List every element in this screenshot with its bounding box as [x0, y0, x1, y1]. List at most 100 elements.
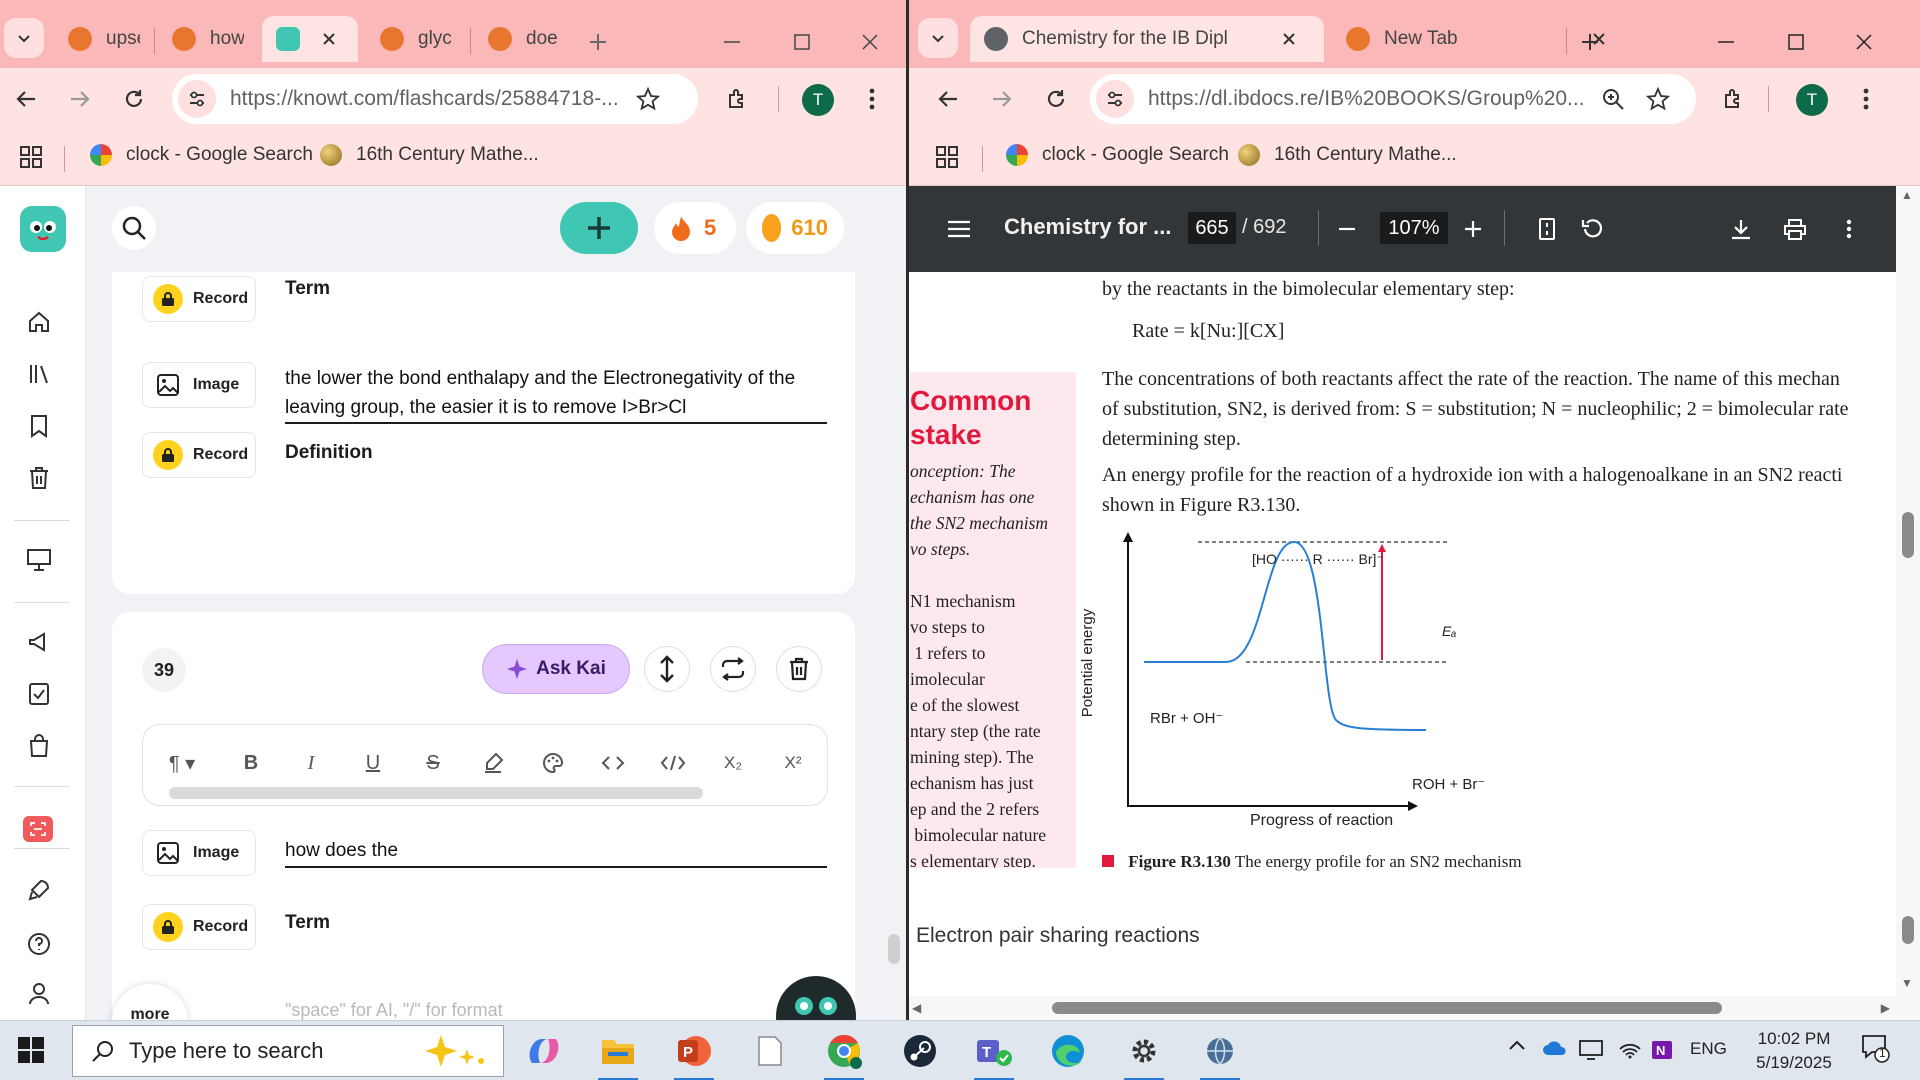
tab-glyc[interactable]: glyc — [366, 16, 466, 62]
page-scrollbar-thumb[interactable] — [888, 934, 900, 964]
page-number-input[interactable]: 665 — [1188, 212, 1236, 244]
sidebar-library-icon[interactable] — [23, 358, 55, 390]
bookmark-clock-google[interactable]: clock - Google Search — [90, 144, 313, 166]
sidebar-profile-icon[interactable] — [23, 978, 55, 1010]
color-button[interactable] — [535, 745, 571, 781]
back-button[interactable] — [928, 79, 968, 119]
more-button[interactable]: more — [112, 984, 188, 1020]
pdf-more-button[interactable] — [1832, 212, 1866, 246]
toolbar-scrollbar[interactable] — [169, 787, 703, 799]
sidebar-presentation-icon[interactable] — [23, 544, 55, 576]
term-text-field[interactable]: how does the — [285, 836, 398, 865]
taskbar-edge[interactable] — [1044, 1029, 1092, 1073]
vertical-scroll-thumb[interactable] — [1902, 512, 1914, 558]
bookmark-16th-century[interactable]: 16th Century Mathe... — [320, 144, 539, 166]
taskbar-copilot[interactable] — [520, 1029, 568, 1073]
delete-card-button[interactable] — [776, 646, 822, 692]
taskbar-blank-document[interactable] — [746, 1029, 794, 1073]
image-button[interactable]: Image — [142, 362, 256, 408]
scroll-right-icon[interactable]: ▶ — [1881, 1001, 1890, 1016]
browser-menu-button[interactable] — [852, 79, 892, 119]
notification-center[interactable]: 1 — [1860, 1033, 1890, 1063]
display-tray[interactable] — [1578, 1039, 1604, 1061]
paragraph-style-button[interactable]: ¶ ▾ — [157, 745, 207, 781]
tab-chemistry-active[interactable]: Chemistry for the IB Dipl — [970, 16, 1324, 62]
scroll-up-icon[interactable]: ▲ — [1901, 188, 1913, 202]
sidebar-bookmark-icon[interactable] — [23, 410, 55, 442]
create-button[interactable] — [560, 202, 638, 254]
onedrive-tray[interactable] — [1542, 1039, 1568, 1057]
definition-placeholder[interactable]: "space" for AI, "/" for format — [285, 996, 503, 1020]
download-button[interactable] — [1724, 212, 1758, 246]
extensions-button[interactable] — [718, 79, 758, 119]
print-button[interactable] — [1778, 212, 1812, 246]
profile-avatar[interactable]: T — [1796, 84, 1828, 116]
forward-button[interactable] — [60, 79, 100, 119]
record-term-button[interactable]: Record — [142, 276, 256, 322]
tab-doe[interactable]: doe — [474, 16, 574, 62]
address-bar[interactable]: https://dl.ibdocs.re/IB%20BOOKS/Group%20… — [1090, 74, 1696, 124]
zoom-in-button[interactable] — [1456, 212, 1490, 246]
maximize-button[interactable] — [782, 22, 822, 62]
kai-mascot-button[interactable] — [776, 976, 856, 1020]
taskbar-settings[interactable] — [1120, 1029, 1168, 1080]
taskbar-teams[interactable]: T — [970, 1029, 1018, 1080]
scroll-left-icon[interactable]: ◀ — [912, 1001, 921, 1016]
image-button[interactable]: Image — [142, 830, 256, 876]
bookmark-16th-century[interactable]: 16th Century Mathe... — [1238, 144, 1457, 166]
maximize-button[interactable] — [1776, 22, 1816, 62]
taskbar-steam[interactable] — [896, 1029, 944, 1073]
taskbar-clock[interactable]: 10:02 PM 5/19/2025 — [1746, 1027, 1842, 1075]
horizontal-scrollbar[interactable]: ◀ ▶ — [906, 996, 1896, 1020]
tab-upse[interactable]: upse — [54, 16, 154, 62]
sidebar-scan-icon[interactable] — [23, 816, 53, 842]
sidebar-home-icon[interactable] — [23, 306, 55, 338]
record-term-button[interactable]: Record — [142, 904, 256, 950]
sidebar-checklist-icon[interactable] — [23, 678, 55, 710]
close-tab-icon[interactable] — [1282, 32, 1296, 46]
sidebar-shopping-bag-icon[interactable] — [23, 730, 55, 762]
fit-page-button[interactable] — [1530, 212, 1564, 246]
subscript-button[interactable]: X₂ — [715, 745, 751, 781]
code-block-button[interactable] — [655, 745, 691, 781]
bookmark-clock-google[interactable]: clock - Google Search — [1006, 144, 1229, 166]
sidebar-help-icon[interactable] — [23, 928, 55, 960]
scroll-down-icon[interactable]: ▼ — [1901, 976, 1913, 990]
knowt-search-button[interactable] — [112, 206, 156, 250]
taskbar-file-explorer[interactable] — [594, 1029, 642, 1080]
sidebar-megaphone-icon[interactable] — [23, 626, 55, 658]
coin-counter[interactable]: 610 — [746, 202, 844, 254]
bookmark-star-icon[interactable] — [1646, 87, 1670, 111]
browser-menu-button[interactable] — [1846, 79, 1886, 119]
underline-button[interactable]: U — [355, 745, 391, 781]
strikethrough-button[interactable]: S — [415, 745, 451, 781]
bold-button[interactable]: B — [233, 745, 269, 781]
zoom-out-button[interactable] — [1330, 212, 1364, 246]
apps-grid-icon[interactable] — [936, 146, 958, 168]
wifi-tray[interactable] — [1618, 1039, 1642, 1059]
onenote-tray[interactable]: N — [1650, 1039, 1674, 1061]
back-button[interactable] — [6, 79, 46, 119]
inline-code-button[interactable] — [595, 745, 631, 781]
highlight-button[interactable] — [475, 745, 511, 781]
reload-button[interactable] — [1036, 79, 1076, 119]
vertical-scrollbar[interactable]: ▲ ▼ — [1896, 186, 1920, 1020]
site-info-icon[interactable] — [1096, 80, 1134, 118]
minimize-button[interactable] — [712, 22, 752, 62]
horizontal-scroll-thumb[interactable] — [1052, 1002, 1722, 1014]
tab-knowt-active[interactable] — [262, 16, 358, 62]
close-tab-icon[interactable] — [322, 32, 336, 46]
tab-how[interactable]: how — [158, 16, 258, 62]
taskbar-chrome[interactable] — [820, 1029, 868, 1080]
italic-button[interactable]: I — [293, 745, 329, 781]
ask-kai-button[interactable]: Ask Kai — [482, 644, 630, 694]
new-tab-button[interactable] — [578, 22, 618, 62]
bookmark-star-icon[interactable] — [636, 87, 660, 111]
flip-card-button[interactable] — [710, 646, 756, 692]
new-tab-button[interactable] — [1570, 22, 1610, 62]
show-hidden-icons[interactable] — [1508, 1039, 1526, 1051]
apps-grid-icon[interactable] — [20, 146, 42, 168]
taskbar-powerpoint[interactable]: P — [670, 1029, 718, 1080]
zoom-level-input[interactable]: 107% — [1380, 212, 1448, 244]
minimize-button[interactable] — [1706, 22, 1746, 62]
